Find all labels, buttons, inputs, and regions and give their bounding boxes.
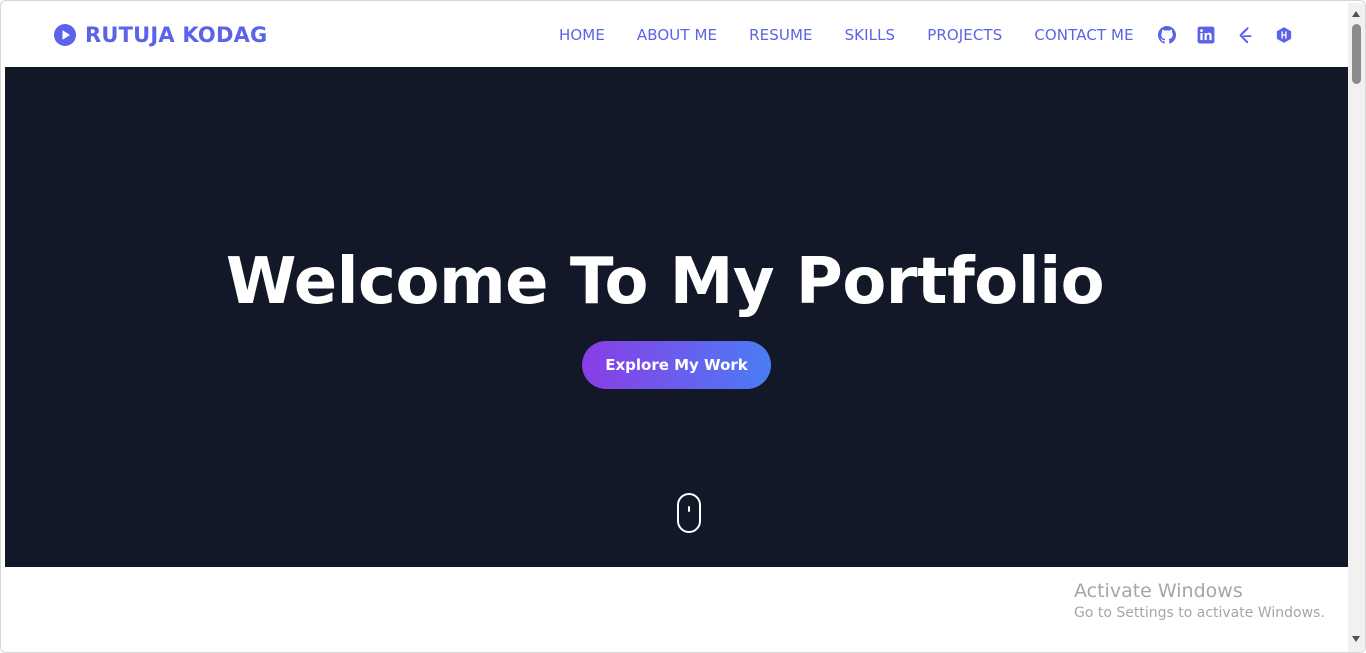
nav-link-about-me[interactable]: ABOUT ME bbox=[637, 26, 717, 44]
mouse-scroll-icon[interactable] bbox=[677, 493, 701, 533]
nav-link-projects[interactable]: PROJECTS bbox=[927, 26, 1002, 44]
navbar: RUTUJA KODAG HOME ABOUT ME RESUME SKILLS… bbox=[5, 3, 1348, 67]
nav-link-home[interactable]: HOME bbox=[559, 26, 605, 44]
hero-section: Welcome To My Portfolio Explore My Work bbox=[5, 67, 1348, 567]
brand-logo-link[interactable]: RUTUJA KODAG bbox=[53, 23, 267, 47]
hackerrank-icon[interactable] bbox=[1274, 25, 1294, 45]
nav-link-contact-me[interactable]: CONTACT ME bbox=[1034, 26, 1133, 44]
scroll-down-arrow-icon[interactable] bbox=[1352, 636, 1360, 642]
scroll-wheel-dot bbox=[688, 506, 690, 512]
scroll-up-arrow-icon[interactable] bbox=[1352, 11, 1360, 17]
nav-link-skills[interactable]: SKILLS bbox=[845, 26, 896, 44]
brand-name: RUTUJA KODAG bbox=[85, 23, 268, 47]
nav-link-resume[interactable]: RESUME bbox=[749, 26, 812, 44]
scrollbar-thumb[interactable] bbox=[1352, 24, 1361, 84]
linkedin-icon[interactable] bbox=[1196, 25, 1216, 45]
activate-windows-watermark: Activate Windows Go to Settings to activ… bbox=[1074, 580, 1325, 623]
hero-title: Welcome To My Portfolio bbox=[225, 245, 1105, 319]
leetcode-icon[interactable] bbox=[1235, 25, 1255, 45]
watermark-title: Activate Windows bbox=[1074, 580, 1243, 602]
nav-links: HOME ABOUT ME RESUME SKILLS PROJECTS CON… bbox=[559, 3, 1166, 67]
play-circle-icon bbox=[53, 23, 77, 47]
watermark-subtitle: Go to Settings to activate Windows. bbox=[1074, 605, 1325, 621]
social-icons bbox=[1157, 3, 1313, 67]
github-icon[interactable] bbox=[1157, 25, 1177, 45]
browser-viewport: RUTUJA KODAG HOME ABOUT ME RESUME SKILLS… bbox=[0, 0, 1366, 653]
vertical-scrollbar[interactable] bbox=[1348, 3, 1365, 652]
explore-my-work-button[interactable]: Explore My Work bbox=[582, 341, 771, 389]
